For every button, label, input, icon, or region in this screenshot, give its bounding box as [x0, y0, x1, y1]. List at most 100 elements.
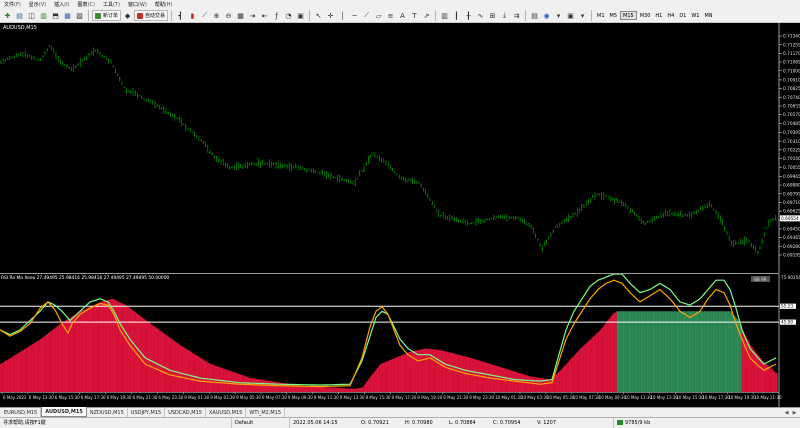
histogram-bar	[388, 360, 391, 392]
line-chart-icon[interactable]: ⟋	[199, 10, 210, 21]
profiles-icon[interactable]: ▤	[14, 10, 25, 21]
new-order-button[interactable]: 新订单	[92, 10, 122, 21]
time-tick-label: 6 May 17:30	[81, 395, 106, 400]
templates-icon[interactable]: ▣	[295, 10, 306, 21]
price-chart[interactable]: 0.71340 0.71255 0.71170 0.71085 0.71000 0.709…	[0, 23, 800, 273]
menu-item-3[interactable]: 图表(C)	[74, 1, 99, 8]
histogram-bar	[609, 317, 611, 392]
histogram-bar	[10, 357, 13, 392]
chart-step-icon[interactable]: ⤓	[499, 10, 510, 21]
arrows-icon[interactable]: ⇗	[421, 10, 432, 21]
chart-shift-icon[interactable]: ⇤	[259, 10, 270, 21]
period-dropdown-icon[interactable]: ◉	[541, 10, 552, 21]
histogram-bar	[56, 326, 58, 392]
chart-bars-icon[interactable]: ┃	[451, 10, 462, 21]
indicator-chart[interactable]: 55.2345.0075.901566 May 2022 6 May 13:30 6…	[0, 274, 800, 407]
timeframe-m1[interactable]: M1	[595, 11, 607, 20]
timeframe-mn[interactable]: MN	[702, 11, 714, 20]
horizontal-line-icon[interactable]: ─	[349, 10, 360, 21]
price-tick-label: 0.71255	[783, 42, 800, 48]
indicator-badge[interactable]: BB 9R	[751, 276, 770, 282]
chart-tab[interactable]: EURUSD,M15	[1, 408, 42, 417]
vertical-line-icon[interactable]: │	[337, 10, 348, 21]
chart-tab[interactable]: XAUUSD,M15	[206, 408, 247, 417]
timeframe-d1[interactable]: D1	[677, 11, 688, 20]
histogram-bar	[162, 332, 164, 392]
data-window-icon[interactable]: ▥	[38, 10, 49, 21]
histogram-bar	[126, 305, 128, 392]
time-tick-label: 6 May 19:30	[107, 395, 132, 400]
timeframe-m15[interactable]: M15	[620, 11, 637, 20]
bar-chart-icon[interactable]: ┫	[175, 10, 186, 21]
terminal-icon[interactable]: ▦	[62, 10, 73, 21]
indicators-icon[interactable]: ƒ	[271, 10, 282, 21]
equidistant-channel-icon[interactable]: ▱	[373, 10, 384, 21]
chart-shift-right-icon[interactable]: ⇉	[511, 10, 522, 21]
histogram-bar	[151, 324, 153, 392]
timeframe-m30[interactable]: M30	[638, 11, 653, 20]
tile-windows-icon[interactable]: ▦	[235, 10, 246, 21]
price-tick-label: 0.71000	[783, 68, 800, 74]
chart-tab[interactable]: NZDUSD,M15	[87, 408, 128, 417]
dropdown-arrow-icon[interactable]: ▾	[553, 10, 564, 21]
chart-candles-icon[interactable]: ╂	[463, 10, 474, 21]
time-tick-label: 10 May 21:30	[754, 395, 782, 400]
tab-scroll-right-icon[interactable]: ▶	[791, 409, 798, 416]
histogram-bar	[589, 339, 591, 392]
cursor-icon[interactable]: ↖	[313, 10, 324, 21]
histogram-bar	[550, 378, 553, 392]
text-tool-icon[interactable]: A	[397, 10, 408, 21]
chart-tab[interactable]: USDJPY,M15	[128, 408, 166, 417]
histogram-bar	[442, 350, 445, 392]
timeframe-h1[interactable]: H1	[653, 11, 664, 20]
price-tick-label: 0.69880	[783, 183, 800, 189]
histogram-bar	[62, 322, 64, 392]
auto-trading-button[interactable]: 自动交易	[134, 10, 169, 21]
menu-item-4[interactable]: 工具(T)	[99, 1, 124, 8]
histogram-bar	[195, 355, 197, 392]
histogram-bar	[620, 311, 622, 392]
zoom-out-icon[interactable]: ⊖	[223, 10, 234, 21]
histogram-bar	[702, 311, 704, 392]
chart-grid-icon[interactable]: ▥	[439, 10, 450, 21]
chart-tab[interactable]: USDCAD,M15	[165, 408, 206, 417]
chart-tab[interactable]: AUDUSD,M15	[41, 407, 87, 417]
indicator-list-icon[interactable]: ▤	[529, 10, 540, 21]
chart-tab[interactable]: WTI_M2,M15	[246, 408, 286, 417]
histogram-bar	[361, 387, 363, 392]
market-watch-icon[interactable]: ◫	[26, 10, 37, 21]
timeframe-m5[interactable]: M5	[608, 11, 620, 20]
trendline-icon[interactable]: ⟋	[361, 10, 372, 21]
menu-item-0[interactable]: 文件(F)	[0, 1, 25, 8]
menu-item-6[interactable]: 帮助(H)	[151, 1, 177, 8]
fibonacci-icon[interactable]: ≡	[385, 10, 396, 21]
tab-scroll-left-icon[interactable]: ◀	[783, 409, 790, 416]
status-close: C: 0.70954	[493, 419, 521, 426]
template-dropdown-icon[interactable]: ▣	[565, 10, 576, 21]
timeframe-w1[interactable]: W1	[689, 11, 701, 20]
histogram-bar	[60, 323, 62, 392]
strategy-tester-icon[interactable]: ▧	[74, 10, 85, 21]
histogram-bar	[520, 373, 523, 392]
metaeditor-icon[interactable]: ◆	[122, 10, 133, 21]
chart-window[interactable]: 0.71340 0.71255 0.71170 0.71085 0.71000 0.709…	[0, 23, 800, 407]
periods-icon[interactable]: ◔	[283, 10, 294, 21]
new-chart-icon[interactable]: ✚	[2, 10, 13, 21]
chart-line-icon[interactable]: ∿	[475, 10, 486, 21]
template-arrow-icon[interactable]: ▾	[577, 10, 588, 21]
histogram-bar	[181, 346, 183, 392]
candlestick-icon[interactable]: ▮	[187, 10, 198, 21]
text-label-icon[interactable]: T	[409, 10, 420, 21]
navigator-icon[interactable]: ⬒	[50, 10, 61, 21]
timeframe-h4[interactable]: H4	[665, 11, 676, 20]
crosshair-icon[interactable]: ✛	[325, 10, 336, 21]
auto-scroll-icon[interactable]: ⇥	[247, 10, 258, 21]
histogram-bar	[33, 343, 35, 392]
chart-zoom-icon[interactable]: ⊞	[487, 10, 498, 21]
histogram-bar	[772, 370, 775, 392]
zoom-in-icon[interactable]: ⊕	[211, 10, 222, 21]
histogram-bar	[446, 351, 448, 392]
menu-item-2[interactable]: 插入(I)	[50, 1, 73, 8]
menu-item-5[interactable]: 窗口(W)	[124, 1, 151, 8]
menu-item-1[interactable]: 显示(V)	[25, 1, 50, 8]
